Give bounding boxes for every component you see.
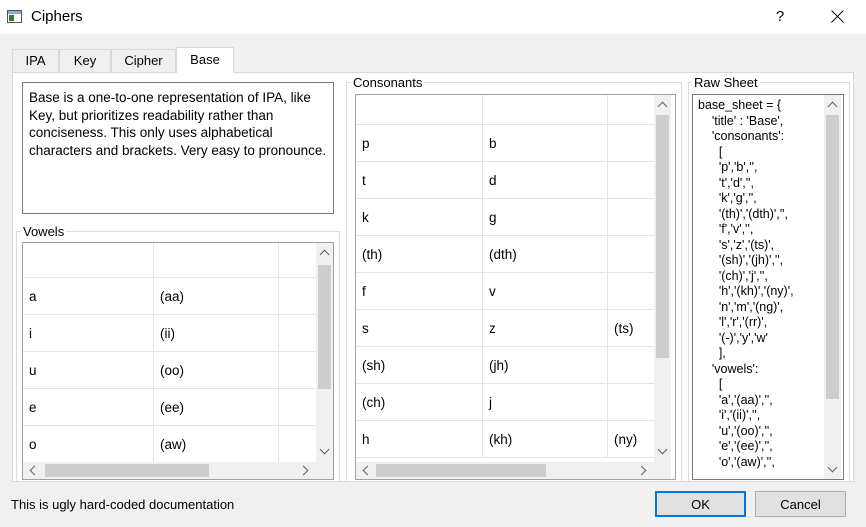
consonants-cell[interactable]: j (483, 384, 608, 421)
consonants-header-cell (483, 95, 608, 125)
vowels-header-cell (23, 243, 154, 278)
vowels-cell[interactable]: (ii) (154, 315, 279, 352)
scroll-up-icon[interactable] (654, 96, 671, 113)
consonants-cell[interactable]: (jh) (483, 347, 608, 384)
vowels-header-cell (154, 243, 279, 278)
description-box: Base is a one-to-one representation of I… (22, 82, 334, 214)
scroll-left-icon[interactable] (24, 462, 41, 479)
consonants-cell[interactable]: g (483, 199, 608, 236)
consonants-cell[interactable] (608, 125, 658, 162)
consonants-cell[interactable]: (ch) (356, 384, 483, 421)
consonants-cell[interactable]: v (483, 273, 608, 310)
consonants-horizontal-scrollbar[interactable] (356, 462, 654, 479)
consonants-cell[interactable] (608, 384, 658, 421)
window-title: Ciphers (31, 8, 83, 25)
raw-sheet-textbox[interactable]: base_sheet = { 'title' : 'Base', 'conson… (692, 94, 844, 480)
consonants-cell[interactable]: z (483, 310, 608, 347)
vowels-label: Vowels (21, 224, 67, 239)
consonants-cell[interactable]: k (356, 199, 483, 236)
scroll-thumb[interactable] (376, 464, 546, 477)
raw-sheet-label: Raw Sheet (692, 75, 760, 90)
vowels-cell[interactable]: o (23, 426, 154, 463)
scroll-thumb[interactable] (318, 265, 331, 389)
vowels-cell[interactable]: (aw) (154, 426, 279, 463)
scroll-down-icon[interactable] (824, 461, 841, 478)
consonants-cell[interactable]: p (356, 125, 483, 162)
scroll-right-icon[interactable] (297, 462, 314, 479)
scroll-left-icon[interactable] (357, 462, 374, 479)
app-window-icon (7, 10, 22, 23)
cancel-button[interactable]: Cancel (755, 491, 846, 517)
vowels-cell[interactable]: (ee) (154, 389, 279, 426)
consonants-cell[interactable]: f (356, 273, 483, 310)
scroll-down-icon[interactable] (654, 443, 671, 460)
scroll-thumb[interactable] (826, 115, 839, 399)
scroll-corner (316, 462, 333, 479)
raw-sheet-vertical-scrollbar[interactable] (824, 95, 841, 479)
scroll-up-icon[interactable] (824, 96, 841, 113)
scroll-down-icon[interactable] (316, 443, 333, 460)
vowels-horizontal-scrollbar[interactable] (23, 462, 316, 479)
help-button[interactable]: ? (760, 0, 800, 34)
consonants-header-cell (608, 95, 658, 125)
consonants-cell[interactable] (608, 199, 658, 236)
consonants-cell[interactable]: (ny) (608, 421, 658, 458)
consonants-vertical-scrollbar[interactable] (654, 95, 671, 462)
consonants-cell[interactable]: (sh) (356, 347, 483, 384)
scroll-corner (654, 462, 671, 479)
consonants-cell[interactable] (608, 162, 658, 199)
consonants-cell[interactable]: d (483, 162, 608, 199)
consonants-cell[interactable]: t (356, 162, 483, 199)
consonants-header-cell (356, 95, 483, 125)
consonants-cell[interactable] (608, 236, 658, 273)
vowels-cell[interactable]: (aa) (154, 278, 279, 315)
scroll-thumb[interactable] (45, 464, 209, 477)
tab-base[interactable]: Base (176, 47, 234, 73)
vowels-cell[interactable]: a (23, 278, 154, 315)
tab-ipa[interactable]: IPA (12, 49, 59, 72)
consonants-cell[interactable]: (kh) (483, 421, 608, 458)
consonants-cell[interactable]: b (483, 125, 608, 162)
consonants-cell[interactable]: (ts) (608, 310, 658, 347)
vowels-cell[interactable]: i (23, 315, 154, 352)
scroll-thumb[interactable] (656, 115, 669, 358)
consonants-cell[interactable]: h (356, 421, 483, 458)
tab-key[interactable]: Key (59, 49, 111, 72)
consonants-table[interactable]: p b t d k g (th) (dth) f v s z (ts) (sh)… (355, 94, 676, 480)
tab-cipher[interactable]: Cipher (111, 49, 176, 72)
vowels-vertical-scrollbar[interactable] (316, 243, 333, 462)
raw-sheet-text: base_sheet = { 'title' : 'Base', 'conson… (698, 98, 794, 469)
close-icon[interactable] (814, 0, 860, 34)
vowels-cell[interactable]: u (23, 352, 154, 389)
ok-button[interactable]: OK (655, 491, 746, 517)
consonants-cell[interactable]: (th) (356, 236, 483, 273)
vowels-cell[interactable]: (oo) (154, 352, 279, 389)
title-bar: Ciphers ? (0, 0, 866, 34)
consonants-cell[interactable] (608, 273, 658, 310)
vowels-cell[interactable]: e (23, 389, 154, 426)
vowels-table[interactable]: a (aa) i (ii) u (oo) e (ee) o (aw) (22, 242, 334, 480)
consonants-cell[interactable]: s (356, 310, 483, 347)
scroll-up-icon[interactable] (316, 244, 333, 261)
status-text: This is ugly hard-coded documentation (11, 497, 235, 512)
scroll-right-icon[interactable] (635, 462, 652, 479)
consonants-cell[interactable] (608, 347, 658, 384)
consonants-label: Consonants (351, 75, 425, 90)
consonants-cell[interactable]: (dth) (483, 236, 608, 273)
